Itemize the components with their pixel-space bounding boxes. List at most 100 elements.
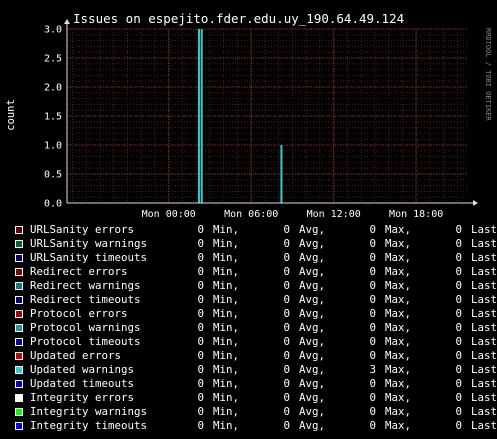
y-tick-label: 1.0 <box>44 141 62 152</box>
legend-max-unit: Max, <box>385 363 412 376</box>
y-axis-arrow <box>64 19 70 24</box>
legend-min-unit: Min, <box>213 321 240 334</box>
legend-max-value: 0 <box>369 279 376 292</box>
legend-last-value: 0 <box>455 391 462 404</box>
chart-title: Issues on espejito.fder.edu.uy_190.64.49… <box>73 11 404 26</box>
legend-swatch <box>15 338 23 346</box>
legend-last-value: 0 <box>455 363 462 376</box>
legend-min-value: 0 <box>197 349 204 362</box>
legend-label: Updated timeouts <box>30 377 135 390</box>
legend-min-unit: Min, <box>213 237 240 250</box>
legend-max-unit: Max, <box>385 321 412 334</box>
legend-avg-value: 0 <box>283 377 290 390</box>
legend-label: Integrity warnings <box>30 405 148 418</box>
legend-row: Protocol timeouts 0 Min, 0 Avg, 0 Max, 0 Last <box>0 335 497 349</box>
legend-avg-unit: Avg, <box>299 293 326 306</box>
x-axis-arrow <box>473 200 478 206</box>
legend-label: Updated warnings <box>30 363 135 376</box>
legend-avg-unit: Avg, <box>299 265 326 278</box>
y-tick-label: 2.0 <box>44 83 62 94</box>
legend-label: Redirect timeouts <box>30 293 141 306</box>
legend-row: URLSanity timeouts 0 Min, 0 Avg, 0 Max, 0 Last <box>0 251 497 265</box>
legend-max-unit: Max, <box>385 391 412 404</box>
legend-max-value: 0 <box>369 377 376 390</box>
legend-last-unit: Last <box>471 405 497 418</box>
legend-avg-value: 0 <box>283 405 290 418</box>
legend-avg-value: 0 <box>283 391 290 404</box>
legend-avg-unit: Avg, <box>299 363 326 376</box>
legend-last-unit: Last <box>471 279 497 292</box>
legend-last-unit: Last <box>471 321 497 334</box>
legend-swatch <box>15 394 23 402</box>
legend-row: Updated timeouts 0 Min, 0 Avg, 0 Max, 0 Last <box>0 377 497 391</box>
legend-last-value: 0 <box>455 251 462 264</box>
legend-last-value: 0 <box>455 321 462 334</box>
legend-avg-unit: Avg, <box>299 307 326 320</box>
legend-last-unit: Last <box>471 293 497 306</box>
legend-max-unit: Max, <box>385 237 412 250</box>
legend-label: Integrity timeouts <box>30 419 148 432</box>
legend-min-unit: Min, <box>213 265 240 278</box>
y-tick-label: 0.5 <box>44 170 62 181</box>
legend-avg-unit: Avg, <box>299 237 326 250</box>
legend-min-value: 0 <box>197 419 204 432</box>
legend-min-value: 0 <box>197 363 204 376</box>
legend-last-value: 0 <box>455 335 462 348</box>
legend-last-value: 0 <box>455 293 462 306</box>
legend-avg-unit: Avg, <box>299 251 326 264</box>
legend-swatch <box>15 268 23 276</box>
legend-row: Integrity timeouts 0 Min, 0 Avg, 0 Max, 0 Last <box>0 419 497 433</box>
legend-last-unit: Last <box>471 223 497 236</box>
legend-min-value: 0 <box>197 307 204 320</box>
legend-last-unit: Last <box>471 377 497 390</box>
legend-min-unit: Min, <box>213 391 240 404</box>
series-spike <box>200 29 203 203</box>
legend-avg-value: 0 <box>283 419 290 432</box>
legend-max-value: 0 <box>369 349 376 362</box>
legend-row: Integrity warnings 0 Min, 0 Avg, 0 Max, 0 Last <box>0 405 497 419</box>
legend-swatch <box>15 296 23 304</box>
legend-row: Protocol warnings 0 Min, 0 Avg, 0 Max, 0 Last <box>0 321 497 335</box>
legend-avg-value: 0 <box>283 307 290 320</box>
legend-min-value: 0 <box>197 279 204 292</box>
legend-max-unit: Max, <box>385 265 412 278</box>
legend-swatch <box>15 310 23 318</box>
legend-min-unit: Min, <box>213 363 240 376</box>
legend-avg-value: 0 <box>283 251 290 264</box>
legend-avg-unit: Avg, <box>299 377 326 390</box>
legend-last-unit: Last <box>471 363 497 376</box>
legend-max-value: 0 <box>369 223 376 236</box>
legend-max-unit: Max, <box>385 335 412 348</box>
legend-last-unit: Last <box>471 349 497 362</box>
legend-swatch <box>15 366 23 374</box>
y-tick-label: 3.0 <box>44 25 62 36</box>
legend-last-value: 0 <box>455 419 462 432</box>
series-spike <box>197 29 200 203</box>
legend-last-unit: Last <box>471 335 497 348</box>
legend-max-value: 0 <box>369 265 376 278</box>
legend-min-unit: Min, <box>213 405 240 418</box>
watermark: RRDTOOL / TOBI OETIKER <box>484 28 492 122</box>
legend-max-value: 0 <box>369 237 376 250</box>
legend-avg-value: 0 <box>283 321 290 334</box>
legend-label: Integrity errors <box>30 391 135 404</box>
legend-max-value: 0 <box>369 293 376 306</box>
legend-max-unit: Max, <box>385 223 412 236</box>
legend-swatch <box>15 226 23 234</box>
legend-min-value: 0 <box>197 265 204 278</box>
legend-avg-value: 0 <box>283 335 290 348</box>
legend-min-value: 0 <box>197 251 204 264</box>
legend-last-value: 0 <box>455 265 462 278</box>
legend-min-value: 0 <box>197 237 204 250</box>
legend-max-value: 0 <box>369 391 376 404</box>
legend-avg-value: 0 <box>283 293 290 306</box>
legend-label: URLSanity warnings <box>30 237 148 250</box>
y-axis-label: count <box>5 99 17 131</box>
legend-row: Redirect warnings 0 Min, 0 Avg, 0 Max, 0 Last <box>0 279 497 293</box>
y-tick-label: 2.5 <box>44 54 62 65</box>
legend-max-value: 0 <box>369 251 376 264</box>
legend-swatch <box>15 324 23 332</box>
legend-last-value: 0 <box>455 377 462 390</box>
legend-swatch <box>15 408 23 416</box>
legend-last-unit: Last <box>471 307 497 320</box>
